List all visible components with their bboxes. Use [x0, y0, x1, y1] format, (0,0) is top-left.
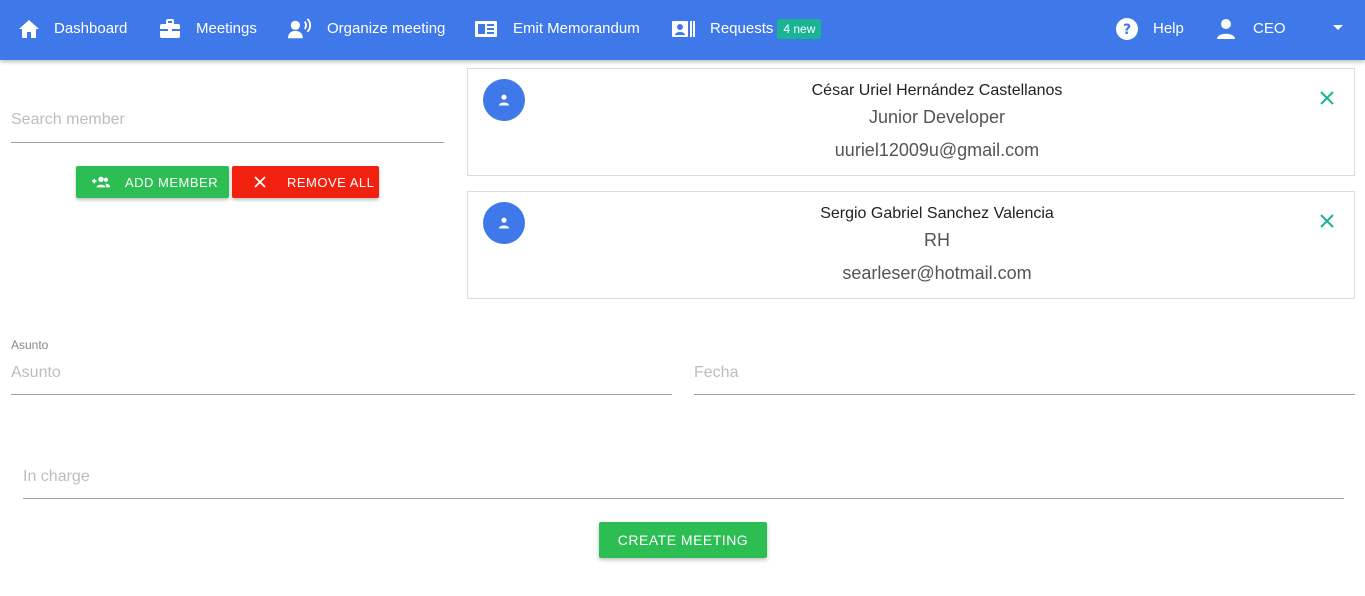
nav-item-organize-meeting[interactable]: Organize meeting [288, 0, 445, 57]
in-charge-field [23, 462, 1344, 499]
member-card: Sergio Gabriel Sanchez Valencia RH searl… [467, 191, 1355, 299]
contact-card-icon [671, 17, 695, 41]
briefcase-icon [158, 17, 182, 41]
nav-item-help[interactable]: ? Help [1115, 0, 1184, 57]
nav-item-label: CEO [1253, 20, 1286, 37]
remove-all-label: REMOVE ALL [287, 174, 375, 190]
nav-item-emit-memorandum[interactable]: Emit Memorandum [474, 0, 640, 57]
close-icon [1320, 214, 1334, 228]
memo-icon [474, 17, 498, 41]
person-icon [1214, 17, 1238, 41]
asunto-label: Asunto [11, 338, 49, 352]
close-icon [1320, 91, 1334, 105]
voice-person-icon [288, 17, 312, 41]
nav-item-dashboard[interactable]: Dashboard [17, 0, 127, 57]
nav-item-label: Help [1153, 20, 1184, 37]
fecha-input[interactable] [694, 358, 1355, 388]
nav-item-user-menu[interactable]: CEO [1214, 0, 1286, 57]
nav-item-meetings[interactable]: Meetings [158, 0, 257, 57]
help-icon: ? [1115, 17, 1139, 41]
nav-item-requests[interactable]: Requests 4 new [671, 0, 822, 57]
remove-all-button[interactable]: REMOVE ALL [232, 166, 379, 198]
nav-item-label: Requests [710, 20, 774, 37]
remove-member-button[interactable] [1316, 210, 1338, 232]
search-member-input[interactable] [11, 100, 444, 140]
add-member-button[interactable]: ADD MEMBER [76, 166, 229, 198]
member-email: uuriel12009u@gmail.com [834, 140, 1040, 160]
nav-item-label: Meetings [196, 20, 257, 37]
top-navbar: Dashboard Meetings Organize meeting Emit… [0, 0, 1365, 60]
asunto-field [11, 358, 672, 395]
member-card: César Uriel Hernández Castellanos Junior… [467, 68, 1355, 176]
in-charge-input[interactable] [23, 462, 1344, 492]
nav-item-label: Organize meeting [327, 20, 446, 37]
requests-badge: 4 new [777, 18, 822, 39]
create-meeting-button[interactable]: CREATE MEETING [599, 522, 767, 558]
fecha-field [694, 358, 1355, 395]
member-name: Sergio Gabriel Sanchez Valencia [820, 205, 1054, 222]
remove-member-button[interactable] [1316, 87, 1338, 109]
member-role: RH [924, 230, 950, 250]
home-icon [17, 17, 41, 41]
svg-text:?: ? [1123, 22, 1131, 38]
member-name: César Uriel Hernández Castellanos [811, 82, 1063, 99]
asunto-input[interactable] [11, 358, 672, 388]
chevron-down-icon[interactable] [1333, 25, 1343, 30]
member-email: searleser@hotmail.com [842, 263, 1032, 283]
member-role: Junior Developer [868, 107, 1006, 127]
nav-item-label: Emit Memorandum [513, 20, 640, 37]
search-member-field [11, 100, 444, 143]
add-group-icon [92, 173, 110, 191]
add-member-label: ADD MEMBER [125, 174, 219, 190]
close-icon [251, 173, 269, 191]
nav-item-label: Dashboard [54, 20, 128, 37]
